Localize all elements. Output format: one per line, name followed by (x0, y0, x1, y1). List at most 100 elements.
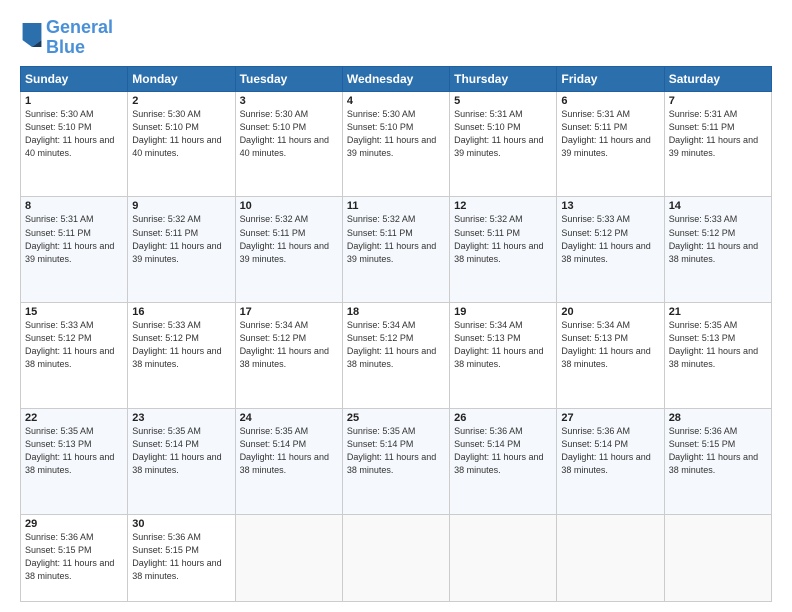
calendar-cell: 5 Sunrise: 5:31 AM Sunset: 5:10 PM Dayli… (450, 91, 557, 197)
calendar-cell: 25 Sunrise: 5:35 AM Sunset: 5:14 PM Dayl… (342, 409, 449, 515)
calendar-cell: 26 Sunrise: 5:36 AM Sunset: 5:14 PM Dayl… (450, 409, 557, 515)
calendar-cell: 20 Sunrise: 5:34 AM Sunset: 5:13 PM Dayl… (557, 303, 664, 409)
calendar-cell: 14 Sunrise: 5:33 AM Sunset: 5:12 PM Dayl… (664, 197, 771, 303)
day-number: 28 (669, 412, 767, 424)
day-info: Sunrise: 5:31 AM Sunset: 5:11 PM Dayligh… (669, 108, 767, 160)
day-number: 3 (240, 95, 338, 107)
weekday-header-monday: Monday (128, 66, 235, 91)
calendar-cell (557, 515, 664, 602)
weekday-header-friday: Friday (557, 66, 664, 91)
calendar-cell: 2 Sunrise: 5:30 AM Sunset: 5:10 PM Dayli… (128, 91, 235, 197)
calendar-cell: 15 Sunrise: 5:33 AM Sunset: 5:12 PM Dayl… (21, 303, 128, 409)
calendar-cell: 30 Sunrise: 5:36 AM Sunset: 5:15 PM Dayl… (128, 515, 235, 602)
day-info: Sunrise: 5:33 AM Sunset: 5:12 PM Dayligh… (25, 319, 123, 371)
day-number: 23 (132, 412, 230, 424)
day-info: Sunrise: 5:32 AM Sunset: 5:11 PM Dayligh… (454, 213, 552, 265)
calendar-cell (342, 515, 449, 602)
day-info: Sunrise: 5:33 AM Sunset: 5:12 PM Dayligh… (132, 319, 230, 371)
day-info: Sunrise: 5:36 AM Sunset: 5:14 PM Dayligh… (454, 425, 552, 477)
day-number: 14 (669, 200, 767, 212)
day-number: 7 (669, 95, 767, 107)
day-number: 21 (669, 306, 767, 318)
calendar-cell: 19 Sunrise: 5:34 AM Sunset: 5:13 PM Dayl… (450, 303, 557, 409)
page: General Blue SundayMondayTuesdayWednesda… (0, 0, 792, 612)
calendar-cell: 28 Sunrise: 5:36 AM Sunset: 5:15 PM Dayl… (664, 409, 771, 515)
calendar-cell: 27 Sunrise: 5:36 AM Sunset: 5:14 PM Dayl… (557, 409, 664, 515)
day-info: Sunrise: 5:34 AM Sunset: 5:12 PM Dayligh… (240, 319, 338, 371)
day-number: 24 (240, 412, 338, 424)
day-number: 17 (240, 306, 338, 318)
day-info: Sunrise: 5:30 AM Sunset: 5:10 PM Dayligh… (347, 108, 445, 160)
day-info: Sunrise: 5:35 AM Sunset: 5:14 PM Dayligh… (240, 425, 338, 477)
calendar-cell: 22 Sunrise: 5:35 AM Sunset: 5:13 PM Dayl… (21, 409, 128, 515)
day-number: 9 (132, 200, 230, 212)
day-number: 26 (454, 412, 552, 424)
calendar-cell: 23 Sunrise: 5:35 AM Sunset: 5:14 PM Dayl… (128, 409, 235, 515)
day-info: Sunrise: 5:36 AM Sunset: 5:15 PM Dayligh… (132, 531, 230, 583)
weekday-header-tuesday: Tuesday (235, 66, 342, 91)
weekday-header-saturday: Saturday (664, 66, 771, 91)
day-info: Sunrise: 5:35 AM Sunset: 5:14 PM Dayligh… (132, 425, 230, 477)
day-info: Sunrise: 5:31 AM Sunset: 5:10 PM Dayligh… (454, 108, 552, 160)
day-info: Sunrise: 5:35 AM Sunset: 5:14 PM Dayligh… (347, 425, 445, 477)
day-info: Sunrise: 5:33 AM Sunset: 5:12 PM Dayligh… (561, 213, 659, 265)
weekday-header-thursday: Thursday (450, 66, 557, 91)
day-number: 18 (347, 306, 445, 318)
day-info: Sunrise: 5:30 AM Sunset: 5:10 PM Dayligh… (240, 108, 338, 160)
day-number: 30 (132, 518, 230, 530)
calendar-cell: 16 Sunrise: 5:33 AM Sunset: 5:12 PM Dayl… (128, 303, 235, 409)
calendar-cell: 21 Sunrise: 5:35 AM Sunset: 5:13 PM Dayl… (664, 303, 771, 409)
day-info: Sunrise: 5:30 AM Sunset: 5:10 PM Dayligh… (132, 108, 230, 160)
day-info: Sunrise: 5:32 AM Sunset: 5:11 PM Dayligh… (347, 213, 445, 265)
day-number: 10 (240, 200, 338, 212)
calendar-cell (235, 515, 342, 602)
calendar-cell: 10 Sunrise: 5:32 AM Sunset: 5:11 PM Dayl… (235, 197, 342, 303)
day-info: Sunrise: 5:31 AM Sunset: 5:11 PM Dayligh… (561, 108, 659, 160)
logo-icon (22, 23, 42, 47)
day-info: Sunrise: 5:36 AM Sunset: 5:14 PM Dayligh… (561, 425, 659, 477)
calendar-cell: 13 Sunrise: 5:33 AM Sunset: 5:12 PM Dayl… (557, 197, 664, 303)
logo: General Blue (20, 18, 113, 58)
weekday-header-wednesday: Wednesday (342, 66, 449, 91)
calendar-cell: 24 Sunrise: 5:35 AM Sunset: 5:14 PM Dayl… (235, 409, 342, 515)
header: General Blue (20, 18, 772, 58)
calendar-cell: 4 Sunrise: 5:30 AM Sunset: 5:10 PM Dayli… (342, 91, 449, 197)
day-info: Sunrise: 5:31 AM Sunset: 5:11 PM Dayligh… (25, 213, 123, 265)
calendar-cell: 29 Sunrise: 5:36 AM Sunset: 5:15 PM Dayl… (21, 515, 128, 602)
calendar-cell: 9 Sunrise: 5:32 AM Sunset: 5:11 PM Dayli… (128, 197, 235, 303)
calendar-cell: 11 Sunrise: 5:32 AM Sunset: 5:11 PM Dayl… (342, 197, 449, 303)
calendar-cell: 17 Sunrise: 5:34 AM Sunset: 5:12 PM Dayl… (235, 303, 342, 409)
day-info: Sunrise: 5:34 AM Sunset: 5:12 PM Dayligh… (347, 319, 445, 371)
day-number: 22 (25, 412, 123, 424)
calendar-cell (450, 515, 557, 602)
day-info: Sunrise: 5:32 AM Sunset: 5:11 PM Dayligh… (240, 213, 338, 265)
calendar-cell: 8 Sunrise: 5:31 AM Sunset: 5:11 PM Dayli… (21, 197, 128, 303)
day-info: Sunrise: 5:36 AM Sunset: 5:15 PM Dayligh… (669, 425, 767, 477)
day-info: Sunrise: 5:34 AM Sunset: 5:13 PM Dayligh… (454, 319, 552, 371)
day-number: 11 (347, 200, 445, 212)
day-info: Sunrise: 5:36 AM Sunset: 5:15 PM Dayligh… (25, 531, 123, 583)
day-info: Sunrise: 5:30 AM Sunset: 5:10 PM Dayligh… (25, 108, 123, 160)
day-number: 8 (25, 200, 123, 212)
day-number: 19 (454, 306, 552, 318)
day-number: 5 (454, 95, 552, 107)
calendar-cell: 1 Sunrise: 5:30 AM Sunset: 5:10 PM Dayli… (21, 91, 128, 197)
calendar-cell: 18 Sunrise: 5:34 AM Sunset: 5:12 PM Dayl… (342, 303, 449, 409)
calendar-table: SundayMondayTuesdayWednesdayThursdayFrid… (20, 66, 772, 602)
day-number: 25 (347, 412, 445, 424)
day-number: 29 (25, 518, 123, 530)
calendar-cell: 7 Sunrise: 5:31 AM Sunset: 5:11 PM Dayli… (664, 91, 771, 197)
day-info: Sunrise: 5:32 AM Sunset: 5:11 PM Dayligh… (132, 213, 230, 265)
day-info: Sunrise: 5:34 AM Sunset: 5:13 PM Dayligh… (561, 319, 659, 371)
day-number: 15 (25, 306, 123, 318)
calendar-cell: 6 Sunrise: 5:31 AM Sunset: 5:11 PM Dayli… (557, 91, 664, 197)
day-number: 2 (132, 95, 230, 107)
day-number: 20 (561, 306, 659, 318)
day-info: Sunrise: 5:35 AM Sunset: 5:13 PM Dayligh… (25, 425, 123, 477)
day-number: 12 (454, 200, 552, 212)
day-number: 13 (561, 200, 659, 212)
day-info: Sunrise: 5:35 AM Sunset: 5:13 PM Dayligh… (669, 319, 767, 371)
day-number: 1 (25, 95, 123, 107)
day-number: 16 (132, 306, 230, 318)
day-number: 4 (347, 95, 445, 107)
